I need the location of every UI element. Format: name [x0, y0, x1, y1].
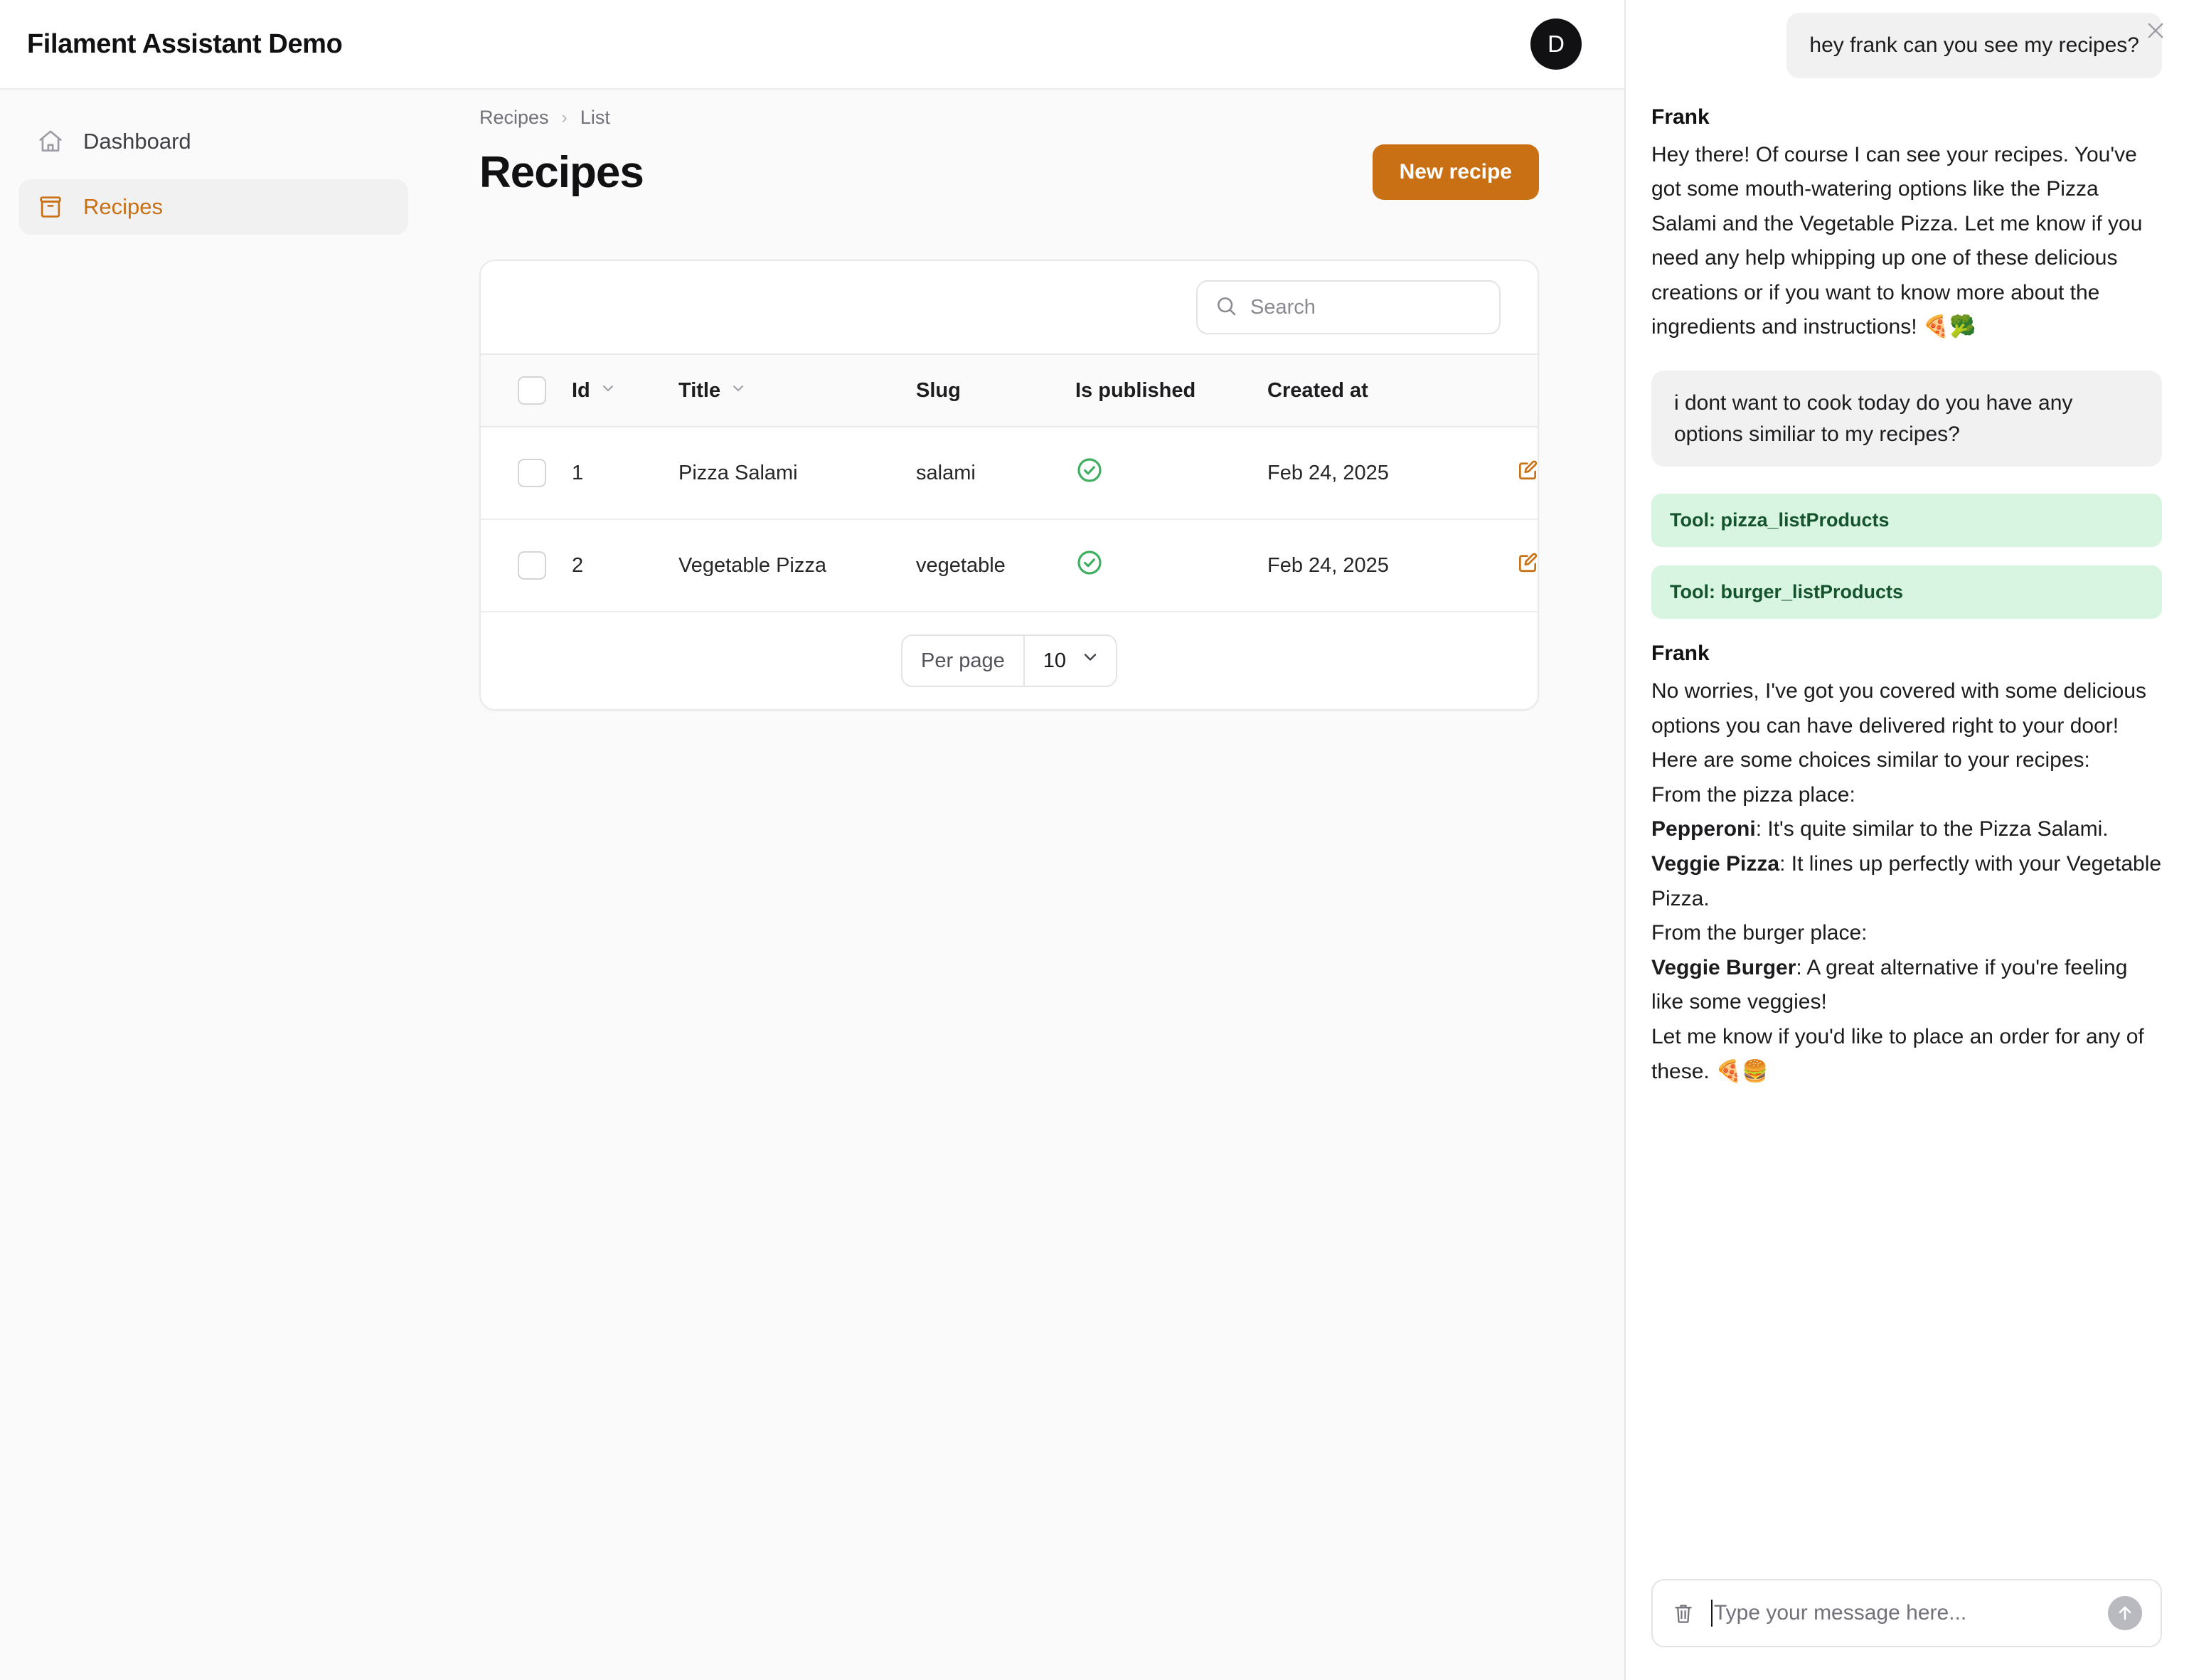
cell-title: Vegetable Pizza: [678, 519, 916, 612]
chat-message-user: i dont want to cook today do you have an…: [1651, 371, 2162, 467]
column-header-is-published: Is published: [1075, 378, 1196, 402]
row-checkbox[interactable]: [518, 551, 546, 580]
close-icon[interactable]: [2141, 16, 2171, 46]
chat-message-user: hey frank can you see my recipes?: [1786, 13, 2162, 78]
column-header-actions: [1516, 354, 1538, 427]
app-root: Filament Assistant Demo D Dashboard Reci…: [0, 0, 2189, 1680]
per-page-control: Per page 10: [901, 634, 1117, 687]
cell-actions: Edit: [1516, 519, 1538, 612]
table-footer: Per page 10: [481, 612, 1538, 709]
new-recipe-button[interactable]: New recipe: [1372, 144, 1539, 200]
pencil-square-icon: [1516, 459, 1538, 487]
chevron-down-icon: [600, 379, 617, 403]
cell-created-at: Feb 24, 2025: [1267, 427, 1516, 520]
cell-id: 1: [572, 427, 678, 520]
archive-box-icon: [37, 193, 64, 220]
assistant-name: Frank: [1651, 105, 1710, 129]
table-header-row: Id Title Slug Is published Created at: [481, 354, 1538, 427]
sidebar-item-recipes[interactable]: Recipes: [18, 179, 408, 235]
recipes-table-card: Id Title: [479, 260, 1539, 711]
table-row[interactable]: 1 Pizza Salami salami Feb 24, 2025: [481, 427, 1538, 520]
sort-title-button[interactable]: Title: [678, 379, 747, 403]
top-bar: Filament Assistant Demo D: [0, 0, 1624, 90]
column-header-slug: Slug: [916, 378, 961, 402]
edit-button[interactable]: Edit: [1516, 459, 1538, 487]
per-page-value: 10: [1043, 649, 1066, 672]
check-circle-icon: [1075, 551, 1104, 582]
select-all-header: [481, 354, 572, 427]
chat-input-placeholder: Type your message here...: [1714, 1601, 1967, 1625]
chevron-down-icon: [1080, 636, 1100, 686]
column-header-created-at: Created at: [1267, 378, 1368, 402]
cell-is-published: [1075, 427, 1267, 520]
chat-input-bar: Type your message here...: [1651, 1579, 2162, 1647]
app-brand-title: Filament Assistant Demo: [27, 28, 343, 59]
chat-message-assistant: Frank No worries, I've got you covered w…: [1651, 642, 2162, 1089]
send-button[interactable]: [2108, 1596, 2142, 1630]
per-page-select[interactable]: 10: [1025, 636, 1116, 686]
user-avatar[interactable]: D: [1530, 18, 1582, 70]
sidebar: Dashboard Recipes: [0, 90, 437, 1680]
breadcrumb: Recipes › List: [479, 107, 1539, 129]
cell-title: Pizza Salami: [678, 427, 916, 520]
sidebar-item-label: Recipes: [83, 194, 163, 219]
main-content: Recipes › List Recipes New recipe Search…: [437, 90, 1624, 1680]
cell-is-published: [1075, 519, 1267, 612]
assistant-name: Frank: [1651, 642, 1710, 666]
table-body: 1 Pizza Salami salami Feb 24, 2025 2 Veg…: [481, 427, 1538, 612]
search-input[interactable]: [1250, 295, 1482, 319]
edit-button[interactable]: Edit: [1516, 551, 1538, 580]
cell-actions: Edit: [1516, 427, 1538, 520]
sort-id-button[interactable]: Id: [572, 379, 617, 403]
tool-call-badge: Tool: burger_listProducts: [1651, 565, 2162, 620]
chat-composer: Type your message here...: [1626, 1579, 2188, 1680]
cell-slug: vegetable: [916, 519, 1075, 612]
chat-message-assistant: Frank Hey there! Of course I can see you…: [1651, 105, 2162, 346]
sidebar-item-label: Dashboard: [83, 129, 191, 154]
pencil-square-icon: [1516, 551, 1538, 580]
tool-call-badge: Tool: pizza_listProducts: [1651, 494, 2162, 548]
assistant-message-text: No worries, I've got you covered with so…: [1651, 679, 2162, 1083]
column-header-title-label: Title: [678, 378, 721, 402]
cell-slug: salami: [916, 427, 1075, 520]
sidebar-item-dashboard[interactable]: Dashboard: [18, 114, 408, 169]
column-header-title: Title: [678, 354, 916, 427]
recipes-table: Id Title Slug Is published Created at 1 …: [481, 353, 1538, 612]
text-caret: [1711, 1600, 1713, 1627]
check-circle-icon: [1075, 458, 1104, 489]
home-icon: [37, 128, 64, 155]
search-icon: [1215, 294, 1237, 321]
breadcrumb-item-recipes[interactable]: Recipes: [479, 107, 549, 129]
cell-created-at: Feb 24, 2025: [1267, 519, 1516, 612]
table-head: Id Title Slug Is published Created at: [481, 354, 1538, 427]
admin-body: Dashboard Recipes Recipes › List Recipes…: [0, 90, 1624, 1680]
column-header-id: Id: [572, 354, 678, 427]
search-box[interactable]: [1196, 280, 1501, 334]
row-checkbox[interactable]: [518, 459, 546, 487]
page-title: Recipes: [479, 147, 644, 197]
admin-panel: Filament Assistant Demo D Dashboard Reci…: [0, 0, 1626, 1680]
breadcrumb-separator-icon: ›: [561, 107, 568, 127]
cell-id: 2: [572, 519, 678, 612]
assistant-message-text: Hey there! Of course I can see your reci…: [1651, 142, 2143, 339]
trash-icon[interactable]: [1671, 1601, 1695, 1625]
table-toolbar: [481, 261, 1538, 353]
chat-message-list[interactable]: hey frank can you see my recipes? Frank …: [1626, 0, 2188, 1579]
breadcrumb-item-list[interactable]: List: [580, 107, 610, 129]
page-header: Recipes New recipe: [479, 144, 1539, 200]
per-page-label: Per page: [902, 636, 1025, 686]
select-all-checkbox[interactable]: [518, 376, 546, 405]
chat-message-input[interactable]: Type your message here...: [1711, 1600, 2092, 1627]
row-select-cell: [481, 519, 572, 612]
row-select-cell: [481, 427, 572, 520]
table-row[interactable]: 2 Vegetable Pizza vegetable Feb 24, 2025: [481, 519, 1538, 612]
chevron-down-icon: [730, 379, 747, 403]
column-header-id-label: Id: [572, 378, 590, 402]
assistant-chat-panel: hey frank can you see my recipes? Frank …: [1626, 0, 2188, 1680]
